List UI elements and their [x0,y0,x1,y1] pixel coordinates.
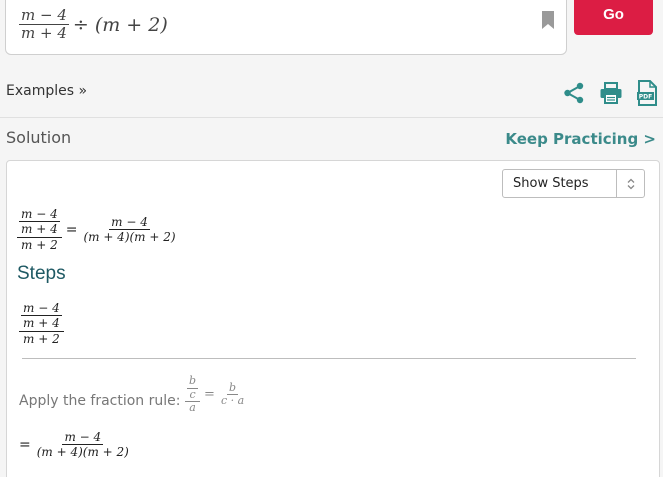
result-equation: m − 4 m + 4 m + 2 = m − 4 (m + 4)(m + 2) [17,207,178,252]
input-fraction: m − 4 m + 4 [19,6,69,43]
rule-c: c [189,387,196,401]
result-lhs-inner-denominator: m + 4 [21,222,58,237]
rule-rhs-numerator: b [227,380,239,396]
select-arrows-icon [616,170,644,197]
examples-link[interactable]: Examples » [6,83,87,99]
result-lhs-outer-denominator: m + 2 [21,237,58,252]
show-steps-select[interactable]: Show Steps [502,169,645,198]
bookmark-icon[interactable] [541,10,555,30]
pdf-icon[interactable]: PDF [636,80,658,106]
final-equation: = m − 4 (m + 4)(m + 2) [19,430,131,460]
print-icon[interactable] [599,82,623,104]
header-divider [0,117,663,118]
rule-a: a [189,401,196,415]
expression-input[interactable]: m − 4 m + 4 ÷ (m + 2) [5,0,567,55]
input-denominator: m + 4 [21,24,67,43]
keep-practicing-link[interactable]: Keep Practicing > [505,130,656,148]
steps-divider [22,358,636,359]
result-rhs-denominator: (m + 4)(m + 2) [83,230,176,245]
solution-label: Solution [6,128,72,147]
steps-heading: Steps [17,263,66,284]
rule-rhs-denominator: c · a [220,394,245,408]
solution-panel: Show Steps m − 4 m + 4 m + 2 = m − 4 (m … [6,160,660,477]
result-equals: = [65,221,78,238]
input-expression: m − 4 m + 4 ÷ (m + 2) [19,6,168,43]
final-denominator: (m + 4)(m + 2) [36,445,129,460]
final-equals: = [19,436,31,453]
steps-inner-numerator: m − 4 [21,301,62,317]
fraction-rule-label: Apply the fraction rule: [19,393,181,409]
result-lhs-fraction: m − 4 m + 4 m + 2 [17,207,62,252]
steps-expression: m − 4 m + 4 m + 2 [19,301,64,346]
final-numerator: m − 4 [62,430,104,446]
result-rhs-fraction: m − 4 (m + 4)(m + 2) [81,215,177,245]
input-divisor: ÷ (m + 2) [72,13,168,36]
svg-text:PDF: PDF [639,94,652,101]
input-numerator: m − 4 [19,6,69,26]
share-icon[interactable] [563,82,585,104]
show-steps-select-value: Show Steps [513,176,589,191]
rule-b: b [187,374,199,389]
go-button[interactable]: Go [574,0,653,35]
rule-equals: = [204,387,215,403]
steps-inner-denominator: m + 4 [23,316,60,331]
result-rhs-numerator: m − 4 [109,214,150,231]
fraction-rule-formula: b c a = b c · a [185,374,246,415]
steps-outer-denominator: m + 2 [23,331,60,346]
result-lhs-inner-numerator: m − 4 [19,207,60,223]
